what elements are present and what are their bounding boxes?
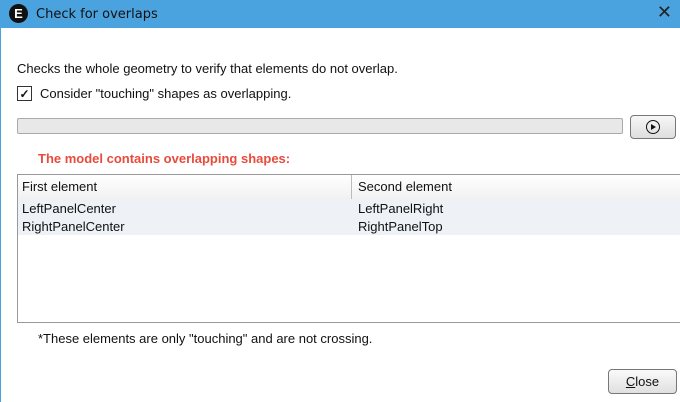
column-header-first[interactable]: First element [22,179,97,194]
play-icon [646,120,660,134]
table-row[interactable]: RightPanelCenter RightPanelTop [18,217,680,235]
e-logo-icon: E [9,4,28,23]
close-button-label: lose [635,374,660,389]
table-cell-first: LeftPanelCenter [22,201,116,216]
progress-bar [17,118,623,134]
touching-option-row[interactable]: ✓ Consider "touching" shapes as overlapp… [17,86,291,101]
table-header: First element Second element [18,175,680,200]
touching-checkbox-label: Consider "touching" shapes as overlappin… [40,86,292,101]
close-button-mnemonic: C [625,374,636,389]
table-body: LeftPanelCenter LeftPanelRight RightPane… [18,199,680,322]
run-check-button[interactable] [630,115,676,139]
column-header-second[interactable]: Second element [358,179,452,194]
close-icon[interactable]: ✕ [657,4,672,22]
footnote-text: *These elements are only "touching" and … [38,331,373,346]
title-bar: E Check for overlaps ✕ [0,0,680,28]
window-title: Check for overlaps [36,7,158,22]
table-cell-second: LeftPanelRight [358,201,444,216]
column-divider[interactable] [351,175,352,199]
overlaps-dialog: E Check for overlaps ✕ Checks the whole … [0,0,680,402]
app-icon-letter: E [14,6,23,21]
table-cell-first: RightPanelCenter [22,219,125,234]
table-row[interactable]: LeftPanelCenter LeftPanelRight [18,199,680,217]
description-text: Checks the whole geometry to verify that… [17,61,398,76]
overlaps-table: First element Second element LeftPanelCe… [17,174,680,323]
warning-message: The model contains overlapping shapes: [38,151,291,166]
touching-checkbox[interactable]: ✓ [17,86,32,101]
table-cell-second: RightPanelTop [358,219,443,234]
close-button[interactable]: Close [608,369,677,394]
